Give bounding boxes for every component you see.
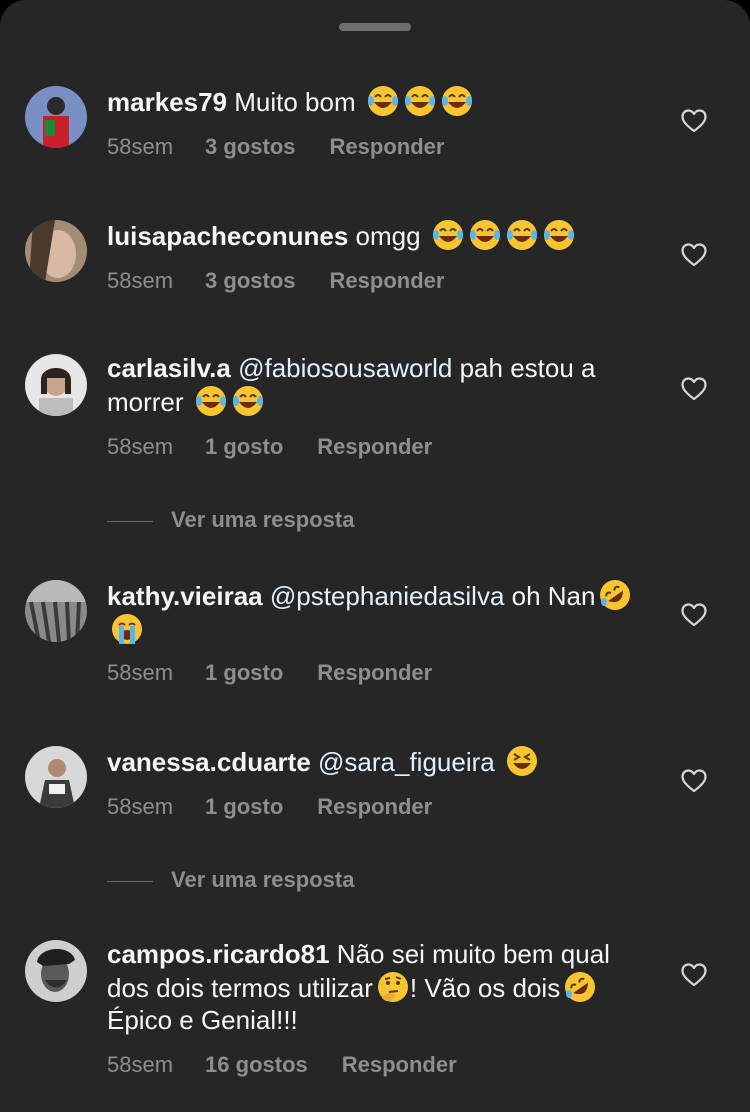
- likes-count[interactable]: 1 gosto: [205, 659, 283, 687]
- joy-emoji-icon: [232, 386, 263, 416]
- joy-emoji-icon: [543, 220, 574, 250]
- avatar[interactable]: [25, 86, 87, 148]
- heart-icon[interactable]: [681, 963, 707, 987]
- likes-count[interactable]: 3 gostos: [205, 133, 295, 161]
- emoji-group: [363, 86, 474, 117]
- comment-meta: 58sem 3 gostos Responder: [107, 267, 444, 295]
- comment-username[interactable]: kathy.vieiraa: [107, 581, 263, 611]
- likes-count[interactable]: 1 gosto: [205, 433, 283, 461]
- drag-handle[interactable]: [339, 23, 411, 31]
- comment-text: luisapacheconunes omgg: [107, 218, 637, 252]
- comment-time: 58sem: [107, 434, 174, 459]
- emoji-group: [428, 220, 576, 251]
- emoji-group: [191, 386, 265, 417]
- mention-link[interactable]: @fabiosousaworld: [238, 353, 452, 383]
- comment-body-3: Épico e Genial!!!: [107, 1005, 298, 1035]
- joy-emoji-icon: [469, 220, 500, 250]
- comment-body: omgg: [348, 221, 428, 251]
- comment-meta: 58sem 3 gostos Responder: [107, 133, 444, 161]
- mention-link[interactable]: @sara_figueira: [318, 747, 495, 777]
- comment-meta: 58sem 1 gosto Responder: [107, 793, 432, 821]
- comment-body: Muito bom: [227, 87, 363, 117]
- comment-time: 58sem: [107, 134, 174, 159]
- view-replies-label: Ver uma resposta: [171, 507, 355, 532]
- heart-icon[interactable]: [681, 603, 707, 627]
- comment-text: carlasilv.a @fabiosousaworld pah estou a…: [107, 352, 637, 418]
- emoji-rofl: [560, 972, 597, 1003]
- comment-time: 58sem: [107, 660, 174, 685]
- comment-meta: 58sem 1 gosto Responder: [107, 659, 432, 687]
- comment-text: markes79 Muito bom: [107, 84, 637, 118]
- likes-count[interactable]: 1 gosto: [205, 793, 283, 821]
- reply-button[interactable]: Responder: [330, 133, 445, 161]
- divider-line: [107, 880, 153, 882]
- comment-time: 58sem: [107, 1052, 174, 1077]
- likes-count[interactable]: 3 gostos: [205, 267, 295, 295]
- emoji-group: [502, 746, 539, 777]
- emoji-thinking: [373, 972, 410, 1003]
- avatar[interactable]: [25, 580, 87, 642]
- joy-emoji-icon: [506, 220, 537, 250]
- heart-icon[interactable]: [681, 769, 707, 793]
- comment-username[interactable]: campos.ricardo81: [107, 939, 330, 969]
- comment-username[interactable]: markes79: [107, 87, 227, 117]
- avatar[interactable]: [25, 940, 87, 1002]
- rofl-emoji-icon: [565, 972, 596, 1002]
- divider-line: [107, 520, 153, 522]
- joy-emoji-icon: [367, 86, 398, 116]
- heart-icon[interactable]: [681, 243, 707, 267]
- reply-button[interactable]: Responder: [317, 793, 432, 821]
- avatar[interactable]: [25, 746, 87, 808]
- comment-text: kathy.vieiraa @pstephaniedasilva oh Nan: [107, 578, 637, 646]
- comments-sheet: markes79 Muito bom 58sem 3 gostos Responde…: [0, 0, 750, 1112]
- laughing-emoji-icon: [506, 746, 537, 776]
- heart-icon[interactable]: [681, 109, 707, 133]
- comment-time: 58sem: [107, 268, 174, 293]
- comment-meta: 58sem 1 gosto Responder: [107, 433, 432, 461]
- comment-username[interactable]: carlasilv.a: [107, 353, 231, 383]
- joy-emoji-icon: [441, 86, 472, 116]
- joy-emoji-icon: [404, 86, 435, 116]
- reply-button[interactable]: Responder: [330, 267, 445, 295]
- rofl-emoji-icon: [600, 580, 631, 610]
- view-replies-button[interactable]: Ver uma resposta: [107, 866, 354, 894]
- avatar[interactable]: [25, 354, 87, 416]
- comment-text: vanessa.cduarte @sara_figueira: [107, 744, 637, 778]
- sob-emoji-icon: [112, 614, 142, 644]
- thinking-emoji-icon: [377, 972, 408, 1002]
- comment-body: [495, 747, 502, 777]
- reply-button[interactable]: Responder: [317, 659, 432, 687]
- avatar[interactable]: [25, 220, 87, 282]
- view-replies-button[interactable]: Ver uma resposta: [107, 506, 354, 534]
- heart-icon[interactable]: [681, 377, 707, 401]
- mention-link[interactable]: @pstephaniedasilva: [270, 581, 505, 611]
- view-replies-label: Ver uma resposta: [171, 867, 355, 892]
- reply-button[interactable]: Responder: [317, 433, 432, 461]
- comment-time: 58sem: [107, 794, 174, 819]
- comment-body: oh Nan: [504, 581, 596, 611]
- joy-emoji-icon: [432, 220, 463, 250]
- reply-button[interactable]: Responder: [342, 1051, 457, 1079]
- comment-username[interactable]: vanessa.cduarte: [107, 747, 311, 777]
- likes-count[interactable]: 16 gostos: [205, 1051, 308, 1079]
- comment-text: campos.ricardo81 Não sei muito bem qual …: [107, 938, 637, 1036]
- comment-body-2: ! Vão os dois: [409, 973, 561, 1003]
- comment-meta: 58sem 16 gostos Responder: [107, 1051, 457, 1079]
- joy-emoji-icon: [195, 386, 226, 416]
- comment-username[interactable]: luisapacheconunes: [107, 221, 348, 251]
